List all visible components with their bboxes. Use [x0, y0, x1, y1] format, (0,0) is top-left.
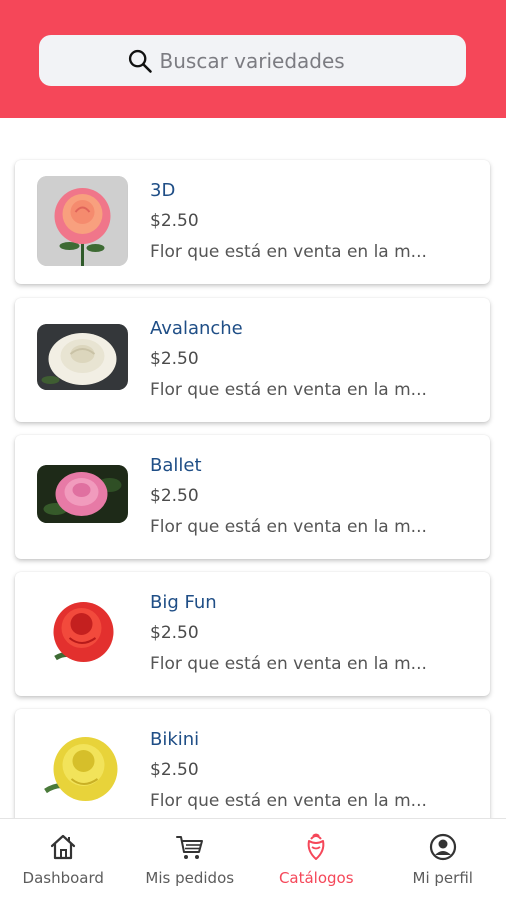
product-image-avalanche [37, 324, 128, 390]
search-bar[interactable] [39, 35, 466, 86]
product-price: $2.50 [150, 349, 199, 369]
product-name: 3D [150, 180, 176, 201]
product-name: Ballet [150, 455, 202, 476]
product-price: $2.50 [150, 211, 199, 231]
header [0, 0, 506, 118]
cart-icon [175, 836, 203, 859]
product-card[interactable]: Avalanche $2.50 Flor que está en venta e… [15, 298, 490, 422]
tab-label: Mis pedidos [145, 869, 235, 887]
product-card[interactable]: Big Fun $2.50 Flor que está en venta en … [15, 572, 490, 696]
product-card[interactable]: Ballet $2.50 Flor que está en venta en l… [15, 435, 490, 559]
tab-mi-perfil[interactable]: Mi perfil [380, 819, 506, 900]
product-image-bikini [37, 725, 128, 815]
tab-label: Catálogos [278, 869, 354, 887]
tab-label: Mi perfil [412, 869, 473, 887]
product-price: $2.50 [150, 486, 199, 506]
rose-icon [307, 833, 325, 860]
product-description: Flor que está en venta en la m... [150, 380, 427, 400]
home-icon [51, 834, 76, 860]
product-list: 3D $2.50 Flor que está en venta en la m.… [0, 118, 506, 818]
product-description: Flor que está en venta en la m... [150, 791, 427, 811]
product-card[interactable]: 3D $2.50 Flor que está en venta en la m.… [15, 160, 490, 284]
product-price: $2.50 [150, 623, 199, 643]
product-card[interactable]: Bikini $2.50 Flor que está en venta en l… [15, 709, 490, 818]
tab-mis-pedidos[interactable]: Mis pedidos [127, 819, 254, 900]
tab-label: Dashboard [22, 869, 104, 887]
tab-catalogos[interactable]: Catálogos [253, 819, 380, 900]
product-image-3d [37, 176, 128, 266]
product-description: Flor que está en venta en la m... [150, 242, 427, 262]
search-input[interactable] [159, 48, 380, 73]
search-icon [128, 49, 152, 73]
product-name: Avalanche [150, 318, 243, 339]
product-image-big-fun [37, 588, 128, 678]
product-description: Flor que está en venta en la m... [150, 517, 427, 537]
product-price: $2.50 [150, 760, 199, 780]
product-name: Bikini [150, 729, 200, 750]
product-image-ballet [37, 465, 128, 523]
product-name: Big Fun [150, 592, 217, 613]
bottom-nav: Dashboard Mis pedidos Catálogos Mi perfi… [0, 818, 506, 900]
profile-icon [429, 833, 456, 861]
product-description: Flor que está en venta en la m... [150, 654, 427, 674]
tab-dashboard[interactable]: Dashboard [0, 819, 127, 900]
